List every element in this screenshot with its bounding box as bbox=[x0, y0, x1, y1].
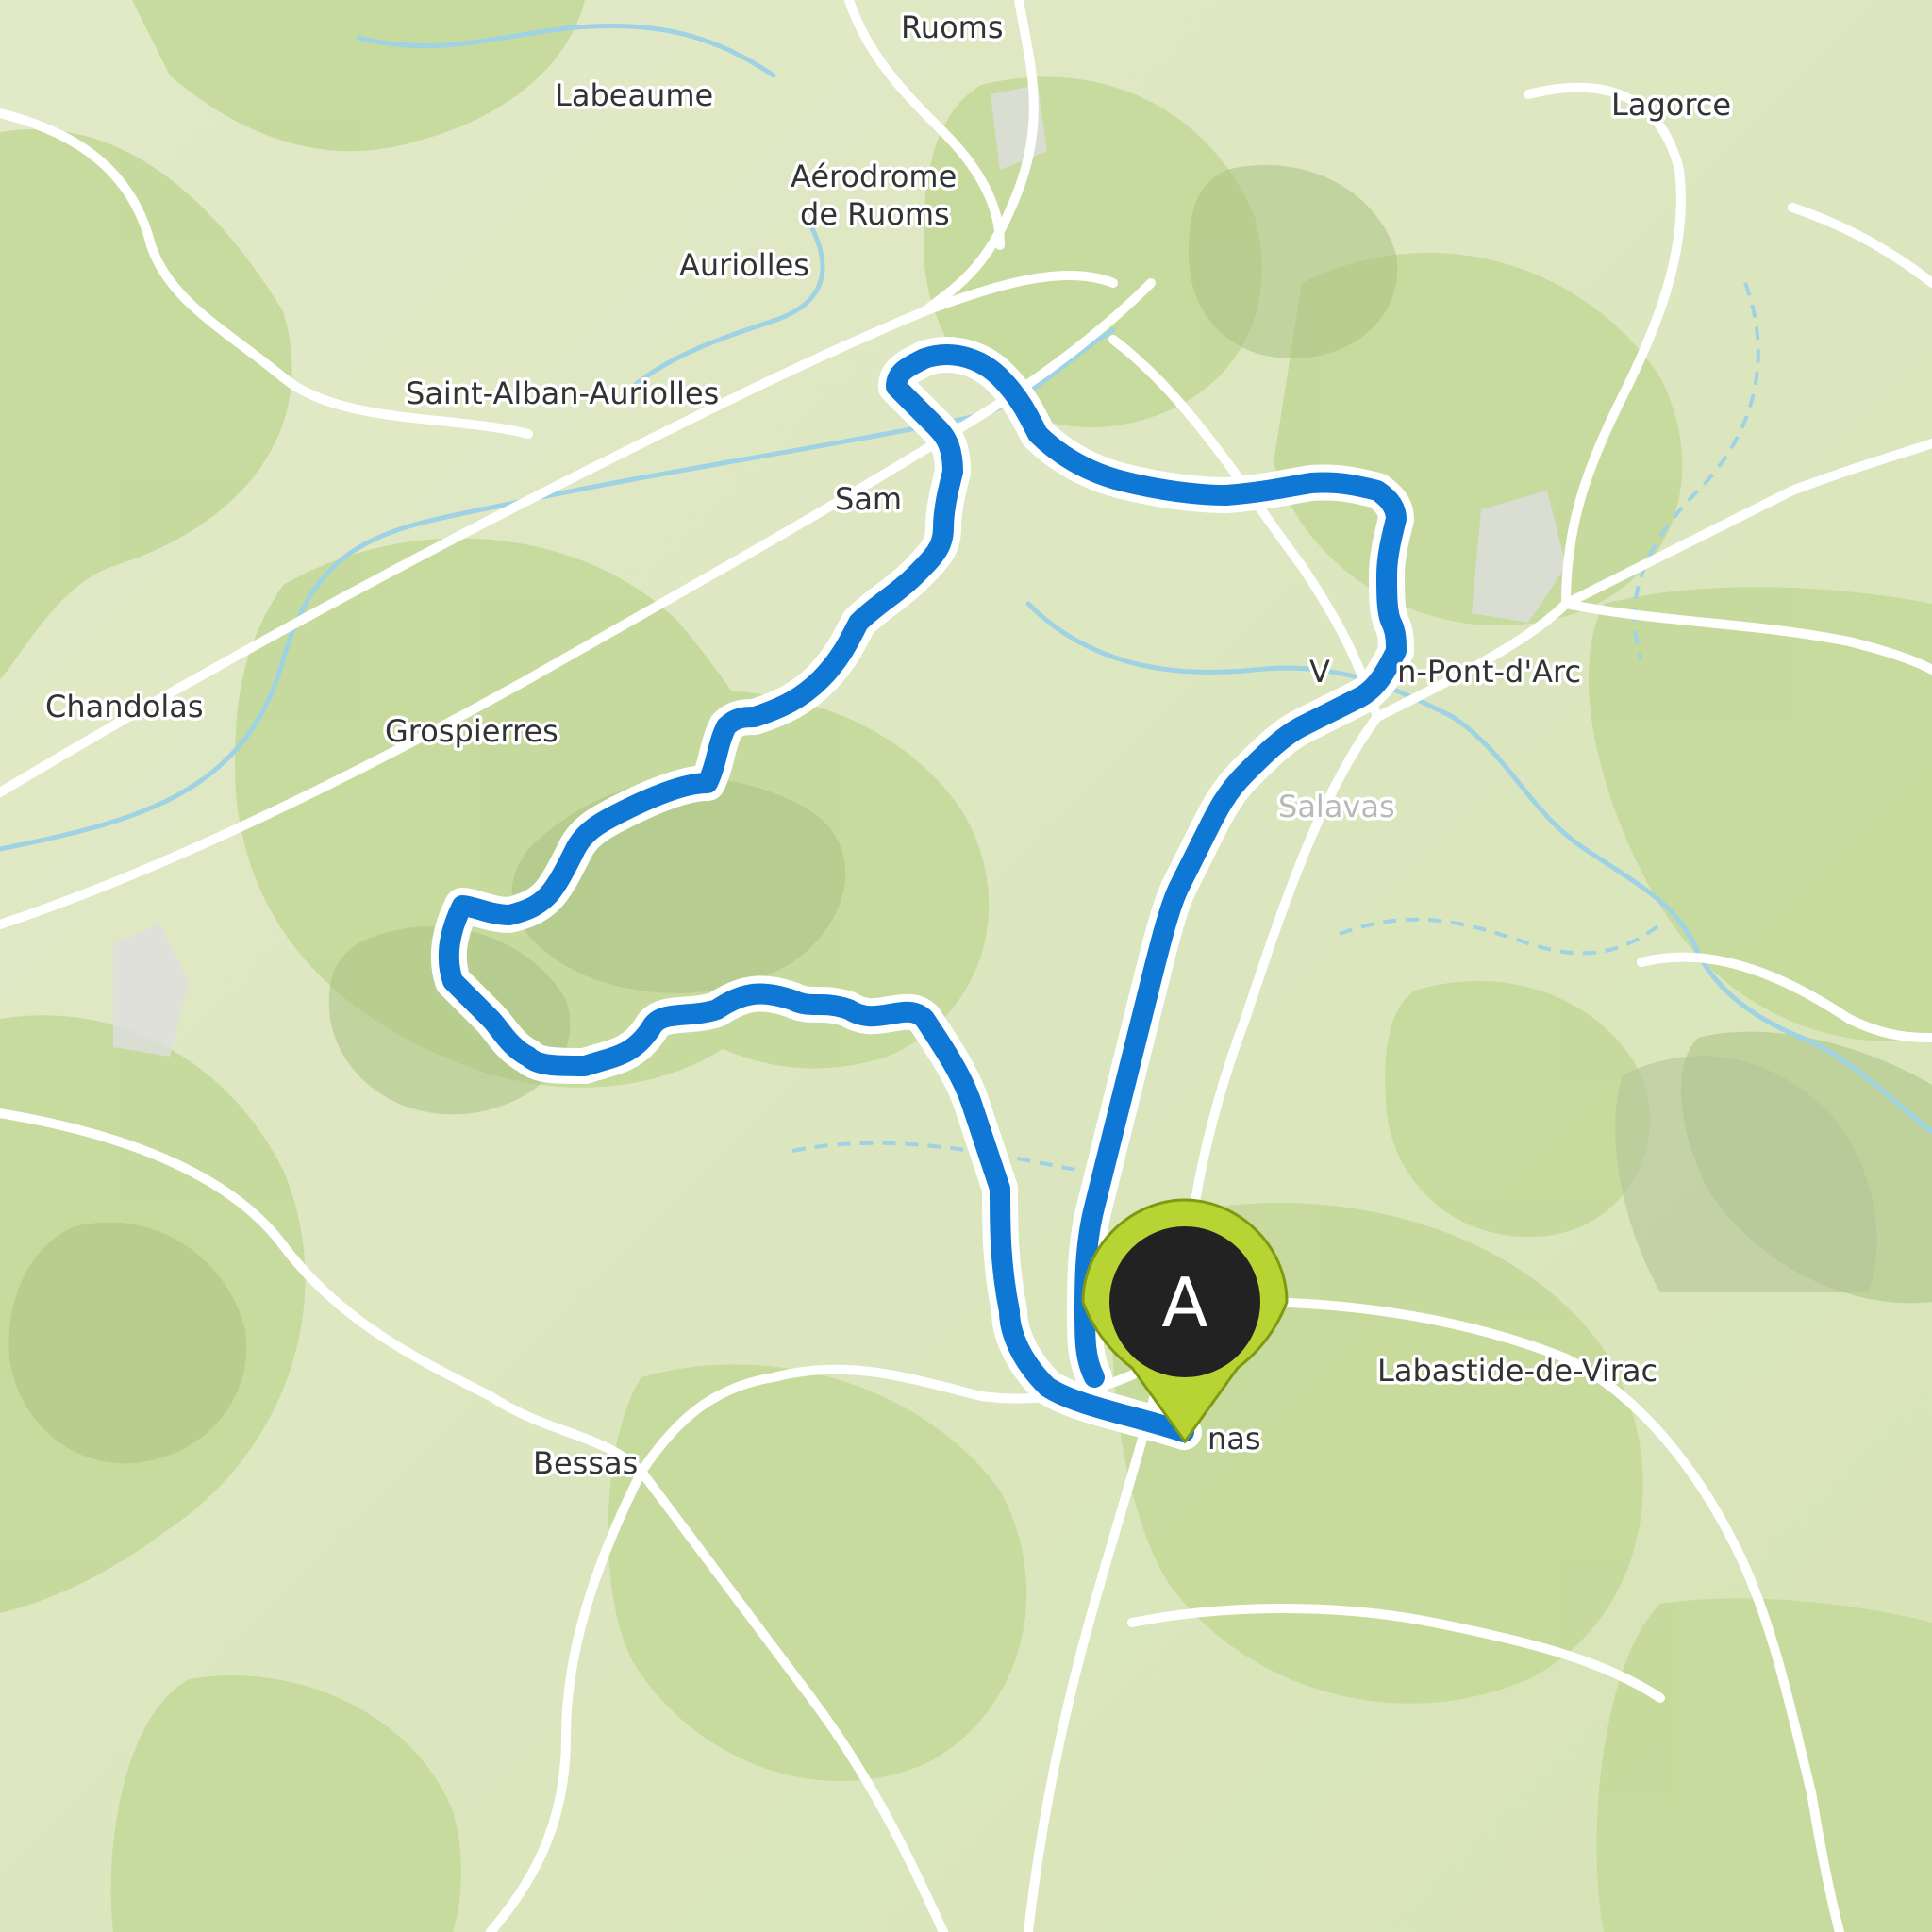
place-label-labastide-de-virac: Labastide-de-Virac bbox=[1377, 1353, 1657, 1389]
place-label-ruoms: Ruoms bbox=[901, 9, 1004, 45]
map-canvas[interactable]: Ruoms Labeaume Lagorce Aérodrome de Ruom… bbox=[0, 0, 1932, 1932]
place-label-saint-alban-auriolles: Saint-Alban-Auriolles bbox=[406, 375, 719, 411]
place-label-vallon-pont-darc: V n-Pont-d'Arc bbox=[1309, 654, 1581, 690]
place-label-auriolles: Auriolles bbox=[679, 247, 809, 283]
place-label-aerodrome-line1: Aérodrome bbox=[791, 158, 957, 194]
place-label-chandolas: Chandolas bbox=[45, 689, 204, 724]
place-label-grospierres: Grospierres bbox=[385, 713, 558, 749]
place-label-bessas: Bessas bbox=[533, 1445, 638, 1481]
place-label-sampzon: Sam bbox=[835, 481, 902, 517]
place-label-lagorce: Lagorce bbox=[1611, 87, 1731, 123]
marker-letter: A bbox=[1161, 1263, 1208, 1342]
place-label-salavas: Salavas bbox=[1278, 789, 1395, 824]
place-label-aerodrome-line2: de Ruoms bbox=[800, 196, 950, 232]
place-label-orgnac: nas bbox=[1208, 1421, 1261, 1457]
map-svg: Ruoms Labeaume Lagorce Aérodrome de Ruom… bbox=[0, 0, 1932, 1932]
place-label-labeaume: Labeaume bbox=[555, 77, 713, 113]
